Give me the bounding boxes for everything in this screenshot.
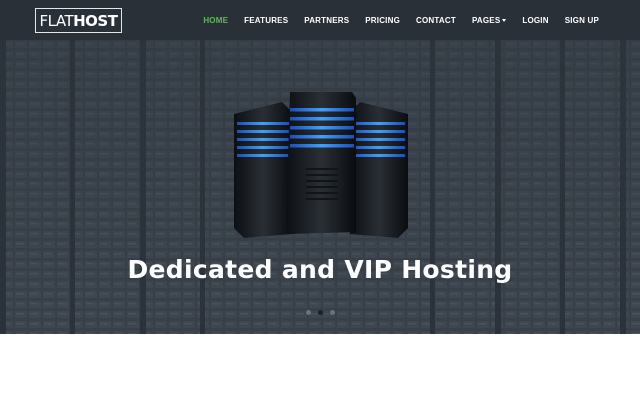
nav-pricing[interactable]: PRICING [357,16,408,25]
nav-signup[interactable]: SIGN UP [557,16,607,25]
nav-contact[interactable]: CONTACT [408,16,464,25]
slider-pagination [0,310,640,315]
slide-dot-3[interactable] [329,310,335,315]
top-navbar: FLAT HOST HOME FEATURES PARTNERS PRICING … [0,0,640,40]
hero-slider: Dedicated and VIP Hosting [0,40,640,334]
logo-host-text: HOST [73,11,118,30]
hero-title: Dedicated and VIP Hosting [127,255,513,284]
nav-pages-dropdown[interactable]: PAGES [464,16,514,25]
logo-flat-text: FLAT [39,11,74,30]
nav-partners[interactable]: PARTNERS [296,16,357,25]
nav-home[interactable]: HOME [195,16,236,25]
main-nav: HOME FEATURES PARTNERS PRICING CONTACT P… [195,0,607,40]
caret-down-icon [502,18,507,22]
nav-login[interactable]: LOGIN [514,16,556,25]
slide-dot-1[interactable] [305,310,311,315]
nav-features[interactable]: FEATURES [236,16,296,25]
slide-dot-2[interactable] [317,310,323,315]
server-illustration [234,92,408,238]
nav-pages-label: PAGES [471,15,501,25]
site-logo[interactable]: FLAT HOST [35,8,122,33]
